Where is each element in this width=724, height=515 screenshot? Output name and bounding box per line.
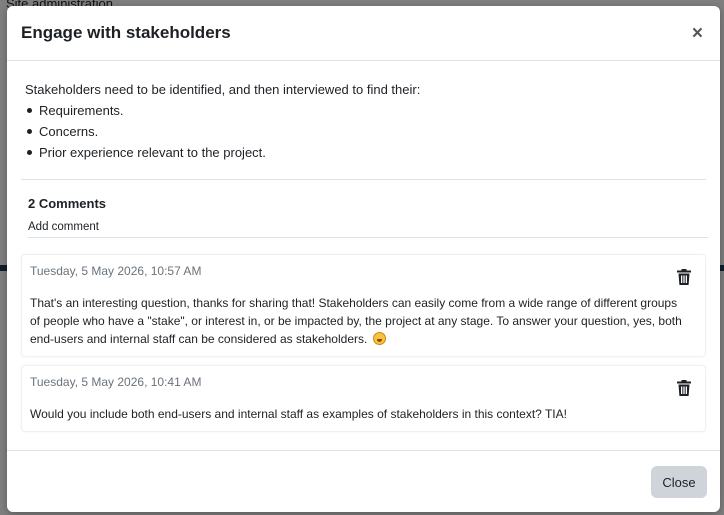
- description-list: Requirements. Concerns. Prior experience…: [25, 100, 702, 163]
- modal-header: Engage with stakeholders ×: [7, 6, 720, 61]
- comments-dialog: Engage with stakeholders × Stakeholders …: [7, 6, 720, 512]
- comment-body: Would you include both end-users and int…: [30, 405, 697, 423]
- list-item: Prior experience relevant to the project…: [25, 142, 702, 163]
- comment-body: That's an interesting question, thanks f…: [30, 294, 697, 348]
- comment-text: That's an interesting question, thanks f…: [30, 296, 682, 346]
- list-item: Requirements.: [25, 100, 702, 121]
- list-item: Concerns.: [25, 121, 702, 142]
- close-icon[interactable]: ×: [692, 24, 703, 43]
- add-comment-link[interactable]: Add comment: [28, 218, 708, 238]
- modal-footer: Close: [7, 450, 720, 512]
- modal-title: Engage with stakeholders: [21, 23, 231, 42]
- comment-item: Tuesday, 5 May 2026, 10:41 AM Would you …: [21, 365, 706, 432]
- comment-date: Tuesday, 5 May 2026, 10:57 AM: [30, 264, 202, 278]
- activity-description: Stakeholders need to be identified, and …: [21, 62, 706, 180]
- smiling-face-icon: [373, 332, 387, 345]
- close-button[interactable]: Close: [651, 466, 707, 498]
- description-text: Stakeholders need to be identified, and …: [25, 82, 421, 97]
- comment-date: Tuesday, 5 May 2026, 10:41 AM: [30, 375, 202, 389]
- comments-heading: 2 Comments: [28, 196, 107, 211]
- comment-text: Would you include both end-users and int…: [30, 407, 567, 421]
- comment-item: Tuesday, 5 May 2026, 10:57 AM That's an …: [21, 254, 706, 357]
- trash-icon[interactable]: [677, 269, 691, 285]
- modal-body: Stakeholders need to be identified, and …: [7, 62, 720, 452]
- trash-icon[interactable]: [677, 380, 691, 396]
